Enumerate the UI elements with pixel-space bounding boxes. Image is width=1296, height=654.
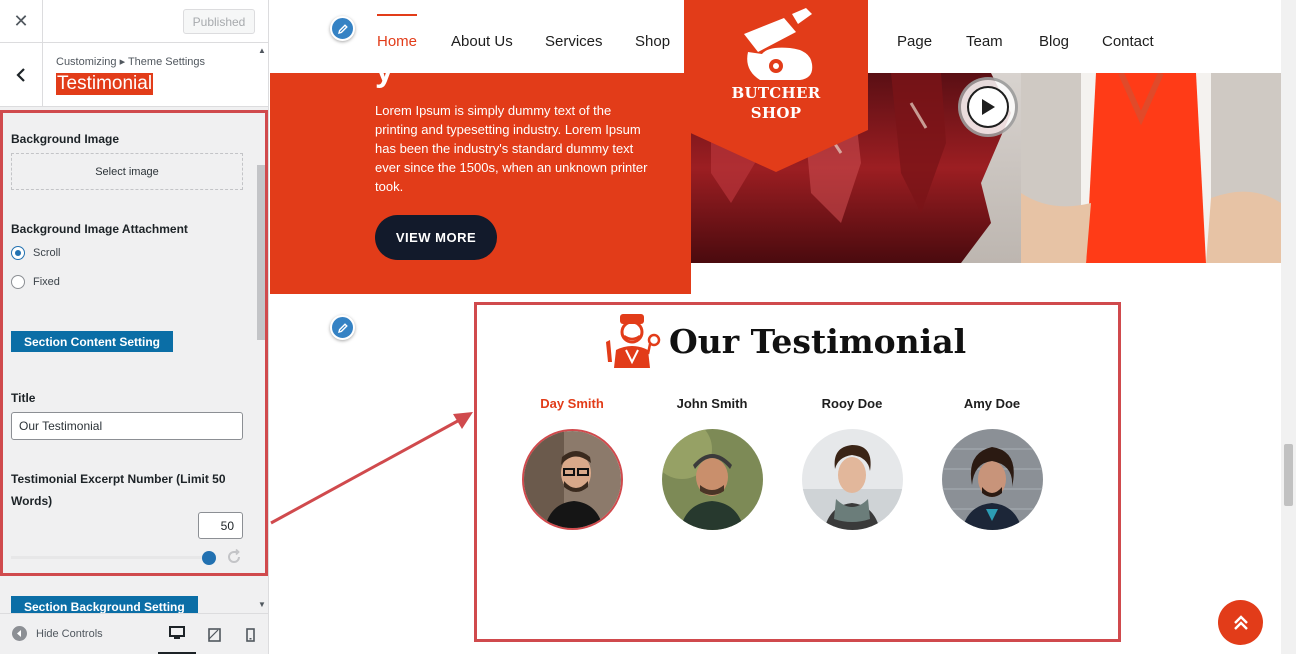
logo-line-1: BUTCHER [731,84,821,102]
testimonial-title: Our Testimonial [669,322,967,361]
edit-shortcut-testimonial[interactable] [330,315,355,340]
desktop-preview-button[interactable] [158,614,196,654]
pencil-icon [337,23,348,34]
attachment-label: Background Image Attachment [11,222,188,236]
hero-text-panel: y Lorem Ipsum is simply dummy text of th… [270,51,691,294]
close-customizer-button[interactable]: ✕ [0,0,43,43]
radio-scroll-control[interactable] [11,246,25,260]
section-content-setting-header[interactable]: Section Content Setting [11,331,173,352]
publish-button[interactable]: Published [183,9,255,34]
radio-scroll-label: Scroll [33,247,61,259]
radio-fixed-control[interactable] [11,275,25,289]
nav-shop[interactable]: Shop [635,33,670,50]
tablet-icon [207,627,221,642]
view-more-button[interactable]: VIEW MORE [375,215,497,260]
back-button[interactable] [0,43,43,106]
tablet-preview-button[interactable] [195,614,233,654]
scroll-down-arrow-icon[interactable]: ▼ [258,600,266,609]
background-image-label: Background Image [11,132,120,146]
scroll-up-arrow-icon[interactable]: ▲ [258,46,266,55]
customizer-sidebar: ✕ Published Customizing ▸ Theme Settings… [0,0,269,654]
preview-scrollbar[interactable] [1281,0,1296,654]
hide-controls-button[interactable]: Hide Controls [12,626,103,641]
avatar-rooy-doe[interactable] [802,429,903,530]
section-header: Customizing ▸ Theme Settings Testimonial [0,43,268,107]
close-icon: ✕ [13,11,29,31]
testimonial-name-day-smith[interactable]: Day Smith [517,396,627,411]
nav-blog[interactable]: Blog [1039,33,1069,50]
play-icon [982,99,995,115]
excerpt-range-thumb[interactable] [202,551,216,565]
nav-about-us[interactable]: About Us [451,33,513,50]
testimonial-name-amy-doe[interactable]: Amy Doe [937,396,1047,411]
customizer-header: ✕ Published [0,0,268,43]
desktop-icon [169,626,185,639]
nav-contact[interactable]: Contact [1102,33,1154,50]
excerpt-range-track[interactable] [11,556,206,559]
title-input[interactable]: Our Testimonial [11,412,243,440]
logo-line-2: SHOP [750,104,802,122]
mobile-preview-button[interactable] [231,614,268,654]
hide-controls-label: Hide Controls [36,627,103,640]
avatar-day-smith[interactable] [522,429,623,530]
avatar-amy-doe[interactable] [942,429,1043,530]
radio-fixed-label: Fixed [33,276,60,288]
collapse-icon [12,626,27,641]
excerpt-label: Testimonial Excerpt Number (Limit 50 Wor… [11,472,226,508]
section-title: Testimonial [56,73,154,95]
testimonial-name-john-smith[interactable]: John Smith [657,396,767,411]
nav-page[interactable]: Page [897,33,932,50]
hero-description: Lorem Ipsum is simply dummy text of the … [375,103,648,194]
double-chevron-up-icon [1233,614,1248,630]
mobile-icon [245,627,255,642]
radio-fixed[interactable]: Fixed [11,275,60,289]
avatar-john-smith[interactable] [662,429,763,530]
nav-team[interactable]: Team [966,33,1003,50]
edit-shortcut-header[interactable] [330,16,355,41]
site-preview: y Lorem Ipsum is simply dummy text of th… [270,0,1296,654]
preview-scrollbar-thumb[interactable] [1284,444,1293,506]
select-image-button[interactable]: Select image [11,153,243,190]
back-to-top-button[interactable] [1218,600,1263,645]
nav-services[interactable]: Services [545,33,603,50]
nav-home[interactable]: Home [377,14,418,50]
title-label: Title [11,391,36,405]
reset-icon[interactable] [226,549,242,565]
radio-scroll[interactable]: Scroll [11,246,61,260]
pencil-icon [337,322,348,333]
site-logo[interactable]: BUTCHER SHOP [684,0,868,172]
excerpt-number-input[interactable]: 50 [198,512,243,539]
breadcrumb: Customizing ▸ Theme Settings [56,56,205,68]
customizer-footer: Hide Controls [0,613,268,654]
play-video-button[interactable] [958,77,1018,137]
chevron-left-icon [16,67,25,82]
chef-icon [606,314,661,368]
testimonial-name-rooy-doe[interactable]: Rooy Doe [797,396,907,411]
